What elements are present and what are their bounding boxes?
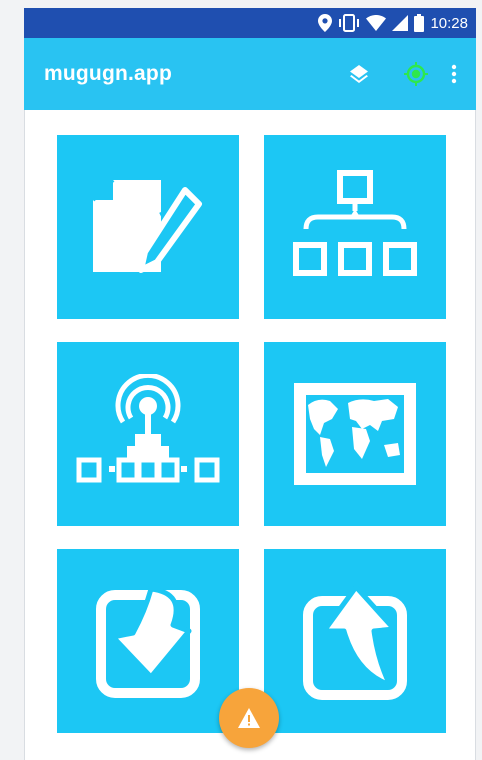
gps-target-icon [404,62,428,86]
world-map-icon [294,383,416,485]
signal-icon [392,15,409,31]
download-tile[interactable] [57,549,239,733]
broadcast-sensor-tile[interactable] [57,342,239,526]
warning-fab[interactable] [219,688,279,748]
edit-document-tile[interactable] [57,135,239,319]
warning-icon [238,708,260,728]
layers-icon [350,65,368,83]
upload-icon [303,584,407,700]
battery-icon [414,14,425,32]
layers-button[interactable] [341,56,377,92]
broadcast-sensor-icon [76,374,220,483]
upload-tile[interactable] [264,549,446,733]
location-icon [318,14,333,32]
app-title: mugugn.app [44,62,172,85]
hierarchy-tile[interactable] [264,135,446,319]
world-map-tile[interactable] [264,342,446,526]
wifi-icon [366,15,387,31]
app-bar: mugugn.app [24,38,476,110]
gps-button[interactable] [398,56,434,92]
more-vert-icon [451,64,457,84]
app-screen: 10:28 mugugn.app [24,8,476,760]
status-bar: 10:28 [24,8,476,38]
more-options-button[interactable] [436,56,472,92]
vibrate-icon [338,14,360,32]
edit-document-icon [91,178,202,273]
hierarchy-icon [293,170,417,276]
download-icon [96,586,200,698]
status-time: 10:28 [430,14,468,32]
